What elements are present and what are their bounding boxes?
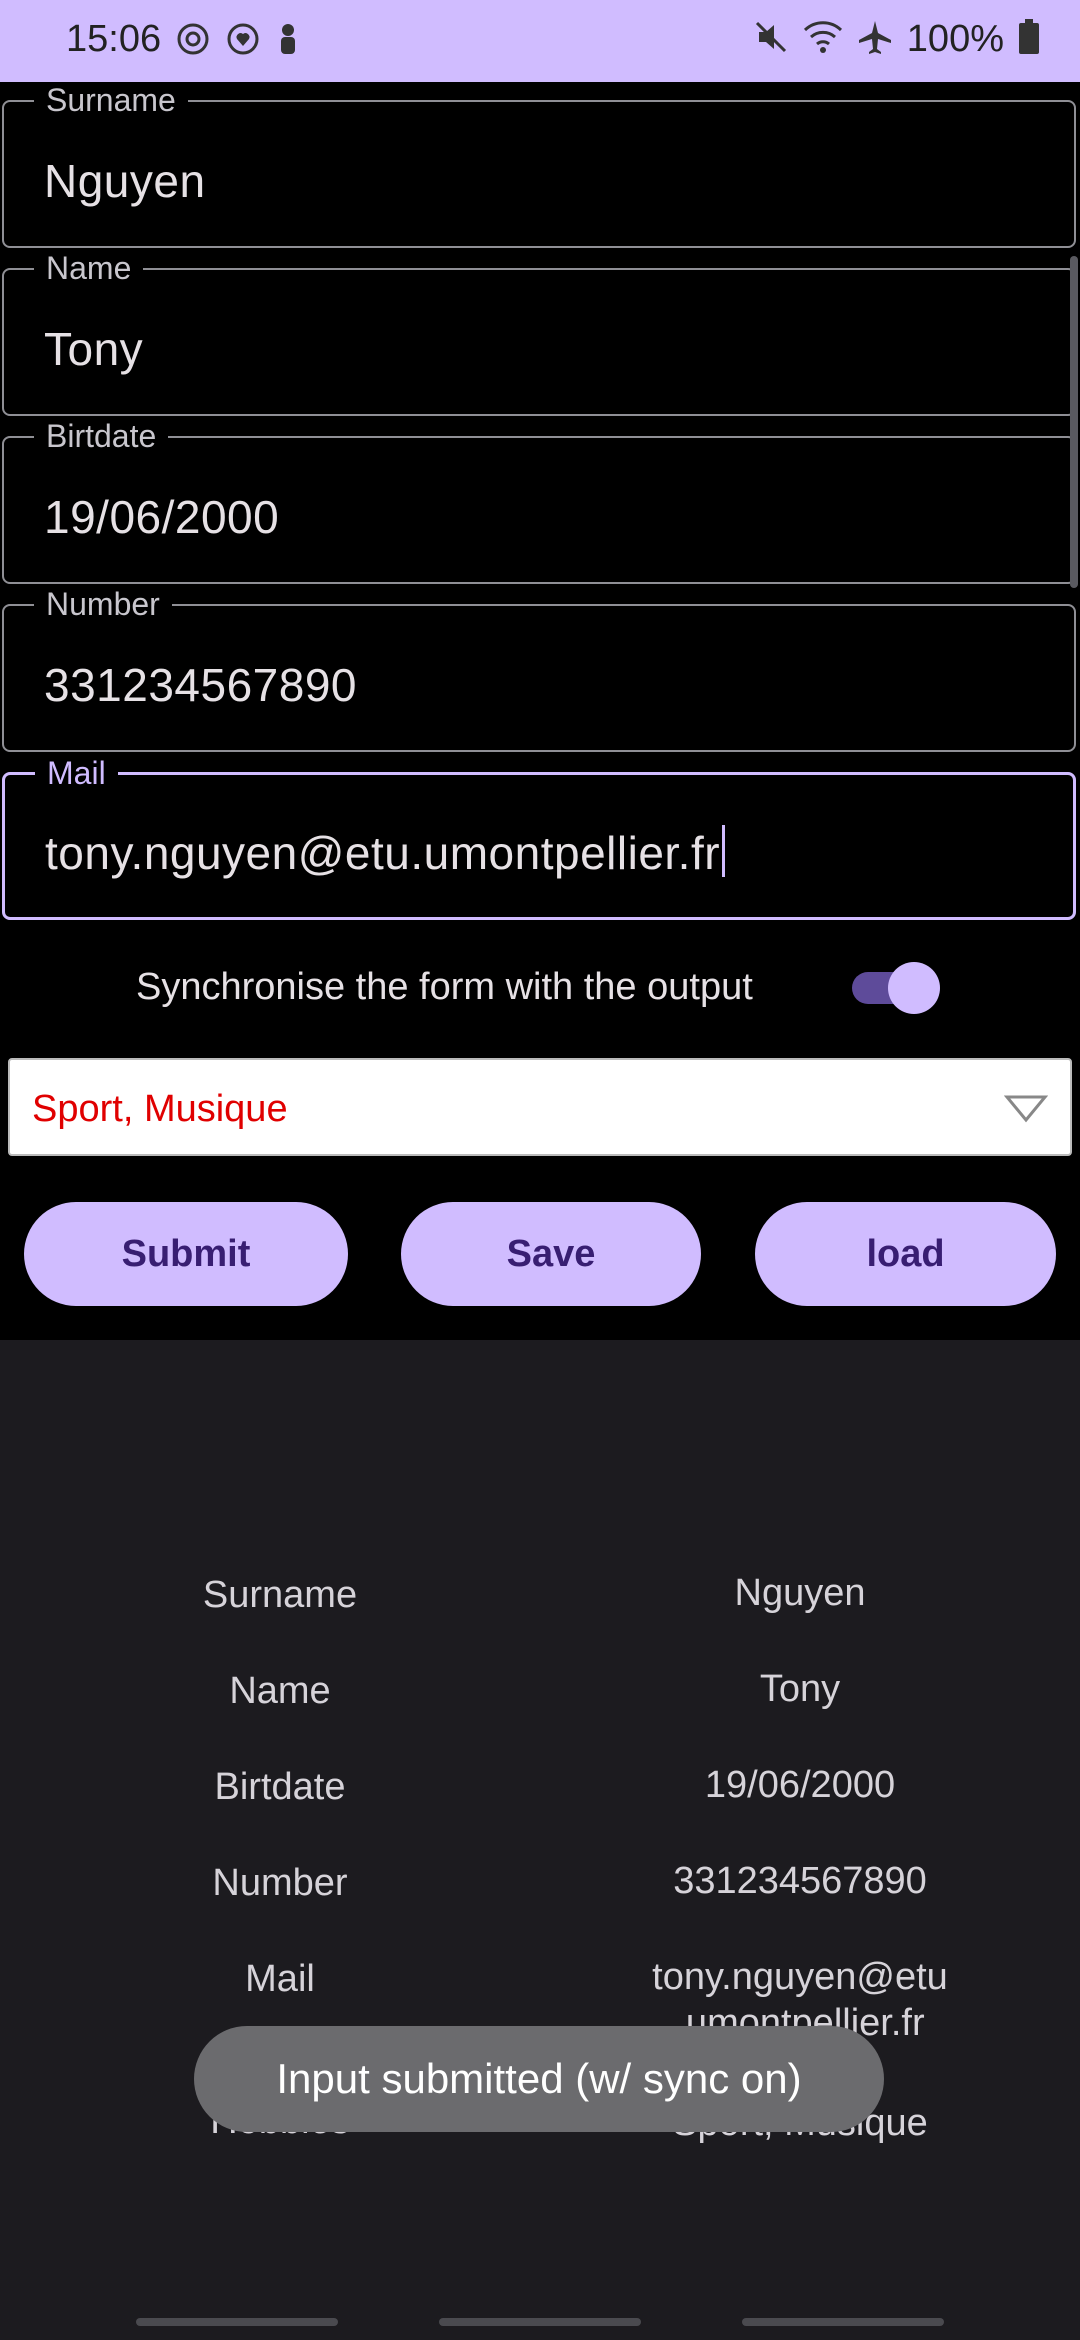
load-button[interactable]: load [755,1202,1056,1306]
form-scrollbar[interactable] [1070,256,1078,588]
heart-sync-icon [226,22,260,61]
dropdown-arrow-icon [1003,1094,1049,1129]
name-field[interactable]: Name Tony [2,250,1076,416]
birthdate-field-label: Birtdate [34,418,169,454]
surname-field[interactable]: Surname Nguyen [2,82,1076,248]
output-mail-value-line1: tony.nguyen@etu [652,1956,948,1998]
birthdate-field[interactable]: Birtdate 19/06/2000 [2,418,1076,584]
hobbies-dropdown-value: Sport, Musique [32,1088,288,1130]
name-field-label: Name [34,250,144,286]
submit-button[interactable]: Submit [24,1202,348,1306]
output-surname-value: Nguyen [734,1572,866,1614]
output-number-label: Number [212,1862,348,1904]
notification-person-icon [276,22,300,61]
output-number-value: 331234567890 [673,1860,927,1902]
output-name-label: Name [229,1670,331,1712]
mail-field-text: tony.nguyen@etu.umontpellier.fr [45,827,721,879]
wifi-icon [803,20,843,59]
number-field-value[interactable]: 331234567890 [44,658,357,712]
birthdate-field-value[interactable]: 19/06/2000 [44,490,279,544]
mute-icon [753,19,789,60]
nav-handle-center[interactable] [439,2318,641,2326]
number-field-label: Number [34,586,172,622]
surname-field-label: Surname [34,82,188,118]
mail-field-label: Mail [35,755,118,791]
text-caret [722,825,726,877]
output-mail-label: Mail [245,1958,315,2000]
output-name-value: Tony [759,1668,841,1710]
toast-message: Input submitted (w/ sync on) [194,2026,884,2132]
output-surname-label: Surname [202,1574,358,1616]
surname-field-value[interactable]: Nguyen [44,154,206,208]
output-birthdate-value: 19/06/2000 [704,1764,896,1806]
sync-icon [176,22,210,61]
status-time: 15:06 [66,18,162,60]
sync-toggle-thumb [888,962,940,1014]
sync-label: Synchronise the form with the output [136,966,753,1008]
battery-icon [1018,19,1040,60]
mail-field-value[interactable]: tony.nguyen@etu.umontpellier.fr [45,825,726,880]
status-bar: 15:06 100% [0,0,1080,82]
nav-handle-left[interactable] [136,2318,338,2326]
hobbies-dropdown[interactable]: Sport, Musique [8,1058,1072,1156]
output-birthdate-label: Birtdate [214,1766,346,1808]
save-button[interactable]: Save [401,1202,701,1306]
name-field-value[interactable]: Tony [44,322,143,376]
battery-percent: 100% [906,18,1004,60]
sync-toggle[interactable] [848,960,940,1014]
output-panel [0,1340,1080,2340]
airplane-icon [857,19,893,60]
mail-field[interactable]: Mail tony.nguyen@etu.umontpellier.fr [2,755,1076,920]
nav-handle-right[interactable] [742,2318,944,2326]
number-field[interactable]: Number 331234567890 [2,586,1076,752]
